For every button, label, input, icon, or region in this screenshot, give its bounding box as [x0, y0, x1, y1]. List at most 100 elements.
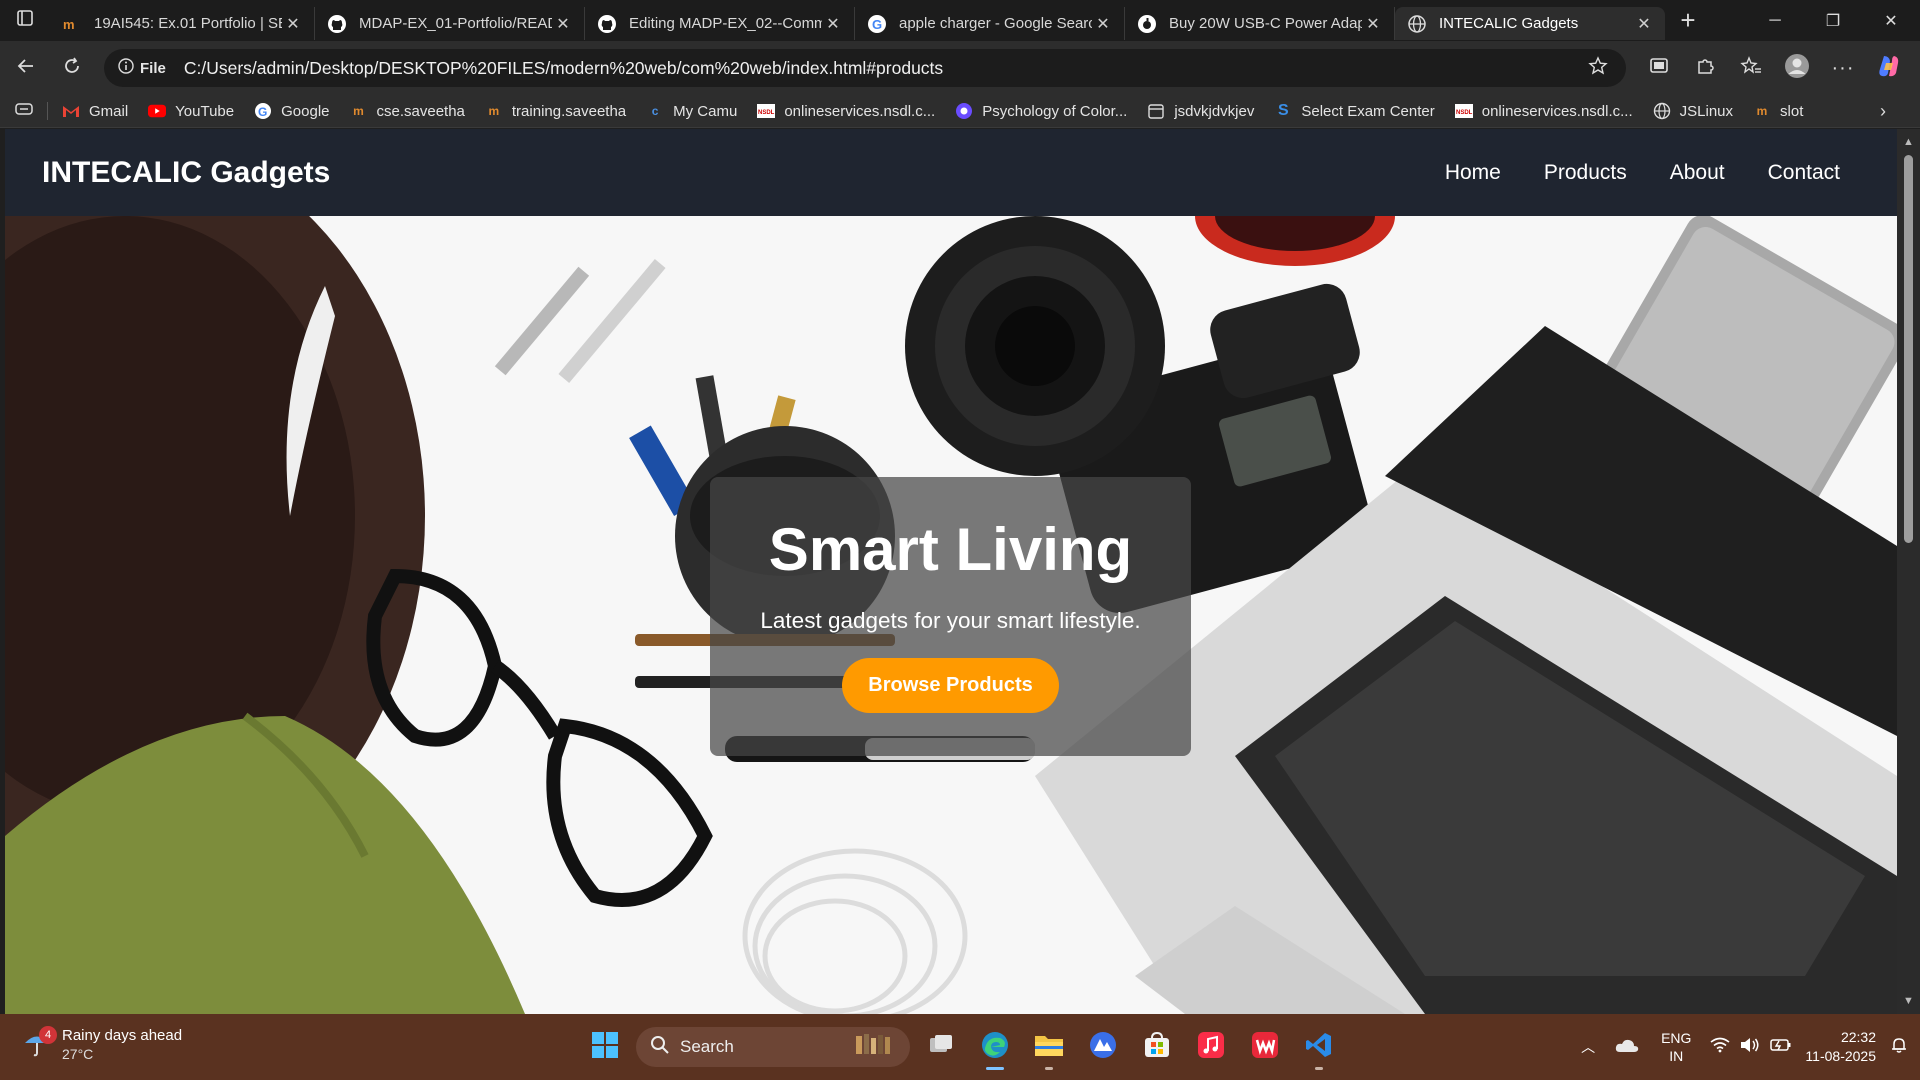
svg-text:NSDL: NSDL — [758, 110, 775, 116]
bookmark-jsdvkjdvkjev[interactable]: jsdvkjdvkjev — [1137, 102, 1264, 120]
tab-actions-button[interactable] — [0, 0, 50, 41]
tab-title: INTECALIC Gadgets — [1439, 15, 1579, 32]
screencast-button[interactable] — [1636, 48, 1682, 88]
wifi-icon[interactable] — [1710, 1037, 1730, 1058]
notification-bell-icon[interactable] — [1890, 1036, 1908, 1059]
bookmark-slot[interactable]: m slot — [1743, 102, 1813, 120]
scroll-thumb[interactable] — [1904, 155, 1913, 543]
site-info-button[interactable]: File — [118, 58, 184, 78]
tab-apple-adapter[interactable]: Buy 20W USB-C Power Adapter ✕ — [1125, 7, 1395, 40]
bookmark-label: onlineservices.nsdl.c... — [1481, 102, 1633, 120]
running-indicator — [1045, 1067, 1053, 1070]
collections-button[interactable] — [0, 102, 48, 120]
taskbar-app-a[interactable] — [1076, 1023, 1130, 1071]
taskbar-edge[interactable] — [968, 1023, 1022, 1071]
tab-title: apple charger - Google Search — [899, 15, 1092, 32]
collections-icon — [14, 102, 33, 120]
tab-intecalic[interactable]: INTECALIC Gadgets ✕ — [1395, 7, 1665, 40]
copilot-button[interactable] — [1866, 48, 1912, 88]
restore-button[interactable]: ❐ — [1804, 0, 1862, 41]
bookmark-training-saveetha[interactable]: m training.saveetha — [475, 102, 636, 120]
minimize-button[interactable]: ─ — [1746, 0, 1804, 41]
language-indicator[interactable]: ENG IN — [1661, 1029, 1691, 1065]
taskbar-clock[interactable]: 22:32 11-08-2025 — [1805, 1028, 1876, 1066]
task-view-button[interactable] — [914, 1023, 968, 1071]
bookmark-select-exam[interactable]: S Select Exam Center — [1264, 102, 1444, 120]
gmail-icon — [62, 102, 80, 120]
close-icon[interactable]: ✕ — [1092, 13, 1114, 35]
avatar — [1784, 53, 1810, 84]
search-highlight-icon — [852, 1032, 900, 1063]
hero-subtitle: Latest gadgets for your smart lifestyle. — [760, 608, 1141, 633]
bookmark-google[interactable]: G Google — [244, 102, 339, 120]
bookmark-psychology-color[interactable]: Psychology of Color... — [945, 102, 1137, 120]
page-scrollbar[interactable]: ▲ ▼ — [1897, 129, 1920, 1014]
new-tab-button[interactable]: + — [1665, 0, 1711, 41]
bookmark-youtube[interactable]: YouTube — [138, 102, 244, 120]
bookmarks-more-button[interactable]: › — [1880, 101, 1886, 122]
nav-home-link[interactable]: Home — [1445, 161, 1501, 185]
arrow-left-icon — [16, 56, 36, 81]
tab-title: Buy 20W USB-C Power Adapter — [1169, 15, 1362, 32]
tab-actions-icon — [16, 9, 34, 32]
bookmark-my-camu[interactable]: c My Camu — [636, 102, 747, 120]
favorites-button[interactable] — [1728, 48, 1774, 88]
bookmark-label: Google — [281, 102, 330, 120]
taskbar-microsoft-store[interactable] — [1130, 1023, 1184, 1071]
favorite-star-button[interactable] — [1584, 55, 1612, 81]
chevron-right-icon: › — [1880, 101, 1886, 121]
taskbar-search-box[interactable]: Search — [636, 1027, 910, 1067]
bookmark-gmail[interactable]: Gmail — [48, 102, 138, 120]
nav-products-link[interactable]: Products — [1544, 161, 1627, 185]
bookmark-nsdl-1[interactable]: NSDL onlineservices.nsdl.c... — [747, 102, 945, 120]
weather-widget[interactable]: 4 Rainy days ahead 27°C — [22, 1025, 182, 1064]
close-icon[interactable]: ✕ — [1362, 13, 1384, 35]
extensions-button[interactable] — [1682, 48, 1728, 88]
show-hidden-icons-button[interactable]: ︿ — [1581, 1037, 1595, 1057]
taskbar-wps-office[interactable] — [1238, 1023, 1292, 1071]
taskbar-file-explorer[interactable] — [1022, 1023, 1076, 1071]
volume-icon[interactable] — [1740, 1037, 1760, 1058]
settings-menu-button[interactable]: ··· — [1820, 48, 1866, 88]
color-icon — [955, 102, 973, 120]
scroll-up-button[interactable]: ▲ — [1897, 133, 1920, 151]
bookmark-cse-saveetha[interactable]: m cse.saveetha — [340, 102, 475, 120]
tab-github-editing[interactable]: Editing MADP-EX_02--Comm ✕ — [585, 7, 855, 40]
bookmark-jslinux[interactable]: JSLinux — [1643, 102, 1743, 120]
camu-icon: c — [651, 104, 659, 118]
nav-about-link[interactable]: About — [1670, 161, 1725, 185]
store-icon — [1143, 1031, 1171, 1064]
running-indicator — [986, 1067, 1004, 1070]
profile-button[interactable] — [1774, 48, 1820, 88]
close-icon[interactable]: ✕ — [552, 13, 574, 35]
close-icon[interactable]: ✕ — [1633, 13, 1655, 35]
close-icon[interactable]: ✕ — [282, 13, 304, 35]
site-brand[interactable]: INTECALIC Gadgets — [42, 156, 330, 190]
tab-google-search[interactable]: G apple charger - Google Search ✕ — [855, 7, 1125, 40]
refresh-button[interactable] — [50, 46, 94, 90]
bookmark-nsdl-2[interactable]: NSDL onlineservices.nsdl.c... — [1445, 102, 1643, 120]
onedrive-icon[interactable] — [1615, 1037, 1639, 1058]
saveetha-icon: m — [353, 104, 364, 118]
favorites-star-icon — [1740, 55, 1762, 81]
close-window-button[interactable]: ✕ — [1862, 0, 1920, 41]
scroll-down-button[interactable]: ▼ — [1897, 992, 1920, 1010]
back-button[interactable] — [4, 46, 48, 90]
bookmark-label: Psychology of Color... — [982, 102, 1128, 120]
github-icon — [327, 14, 347, 34]
start-button[interactable] — [578, 1023, 632, 1071]
bookmark-label: Select Exam Center — [1301, 102, 1435, 120]
edge-icon — [980, 1030, 1010, 1065]
nav-contact-link[interactable]: Contact — [1768, 161, 1840, 185]
taskbar-apple-music[interactable] — [1184, 1023, 1238, 1071]
tab-portfolio[interactable]: m 19AI545: Ex.01 Portfolio | SEC ✕ — [50, 7, 315, 40]
taskbar-vscode[interactable] — [1292, 1023, 1346, 1071]
battery-icon[interactable] — [1770, 1037, 1792, 1058]
url-text[interactable]: C:/Users/admin/Desktop/DESKTOP%20FILES/m… — [184, 58, 1584, 79]
browse-products-button[interactable]: Browse Products — [842, 658, 1059, 713]
refresh-icon — [62, 56, 82, 81]
close-icon[interactable]: ✕ — [822, 13, 844, 35]
address-bar[interactable]: File C:/Users/admin/Desktop/DESKTOP%20FI… — [104, 49, 1626, 87]
star-icon — [1588, 55, 1608, 81]
tab-github-readme[interactable]: MDAP-EX_01-Portfolio/README ✕ — [315, 7, 585, 40]
